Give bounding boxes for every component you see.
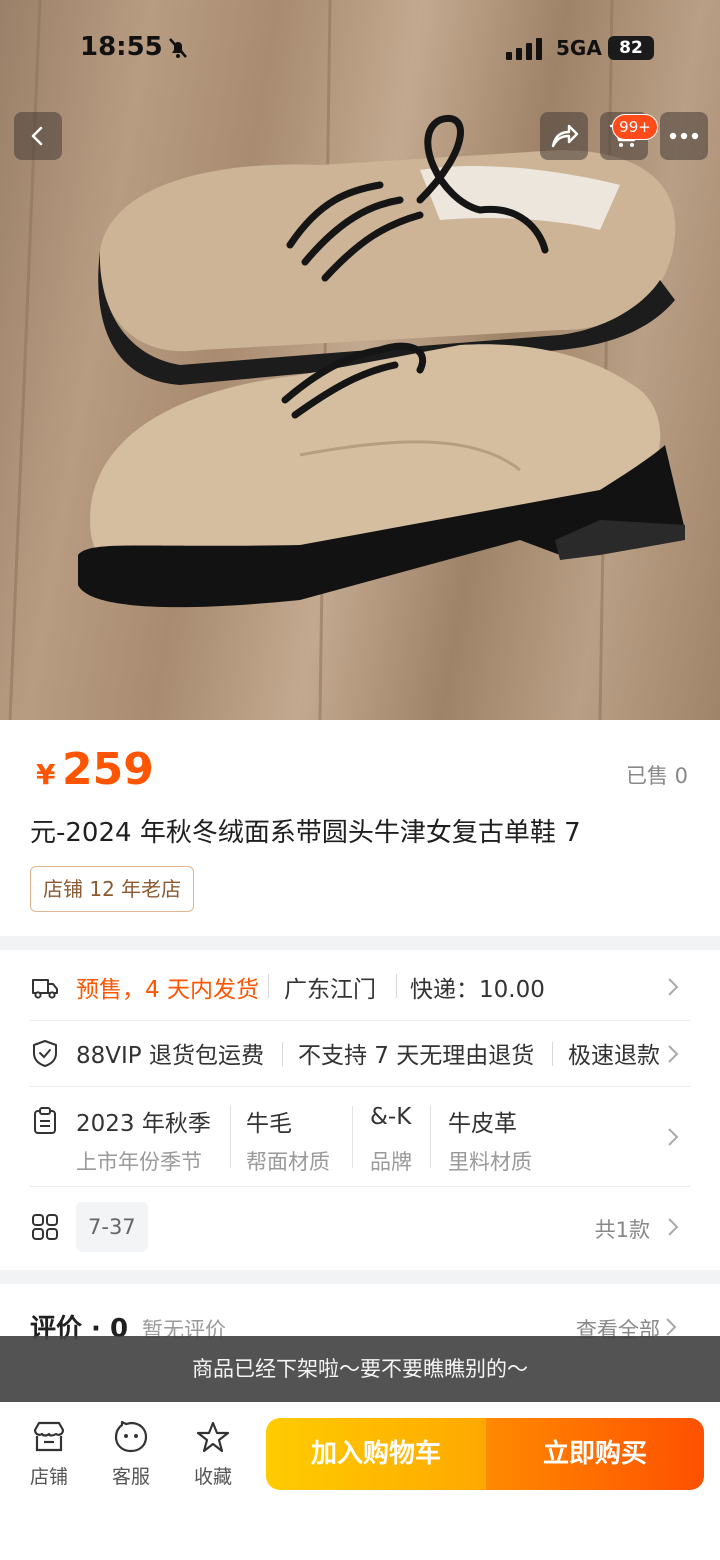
shipping-row[interactable]: 预售，4 天内发货 广东江门 快递：10.00 xyxy=(30,966,690,1010)
row-divider xyxy=(30,1086,690,1087)
spec-chip[interactable]: 7-37 xyxy=(76,1202,148,1252)
presale-text: 预售，4 天内发货 xyxy=(76,977,259,1003)
divider xyxy=(352,1106,353,1168)
divider xyxy=(268,974,269,998)
shop-tab[interactable]: 店铺 xyxy=(14,1420,84,1489)
service-tab[interactable]: 客服 xyxy=(96,1420,166,1489)
spec-row[interactable]: 7-37 共1款 xyxy=(30,1202,690,1252)
price-currency: ¥ xyxy=(36,758,56,791)
services-row[interactable]: 88VIP 退货包运费 不支持 7 天无理由退货 极速退款 xyxy=(30,1034,690,1074)
store-icon xyxy=(33,1421,65,1452)
attr-key: 上市年份季节 xyxy=(76,1150,202,1174)
attr-value: 牛毛 xyxy=(246,1111,292,1137)
favorite-label: 收藏 xyxy=(193,1466,232,1488)
attr-key: 品牌 xyxy=(370,1150,412,1174)
attr-key: 帮面材质 xyxy=(246,1150,330,1174)
delisted-toast: 商品已经下架啦～要不要瞧瞧别的～ xyxy=(0,1336,720,1402)
share-icon xyxy=(551,124,579,148)
divider xyxy=(396,974,397,998)
sold-count: 已售 0 xyxy=(625,764,688,788)
chevron-right-icon xyxy=(666,1318,677,1336)
product-title: 元-2024 年秋冬绒面系带圆头牛津女复古单鞋 7 xyxy=(30,818,581,848)
shoe-photo xyxy=(8,0,685,720)
attr-value: 2023 年秋季 xyxy=(76,1111,211,1137)
chevron-left-icon xyxy=(31,126,43,146)
divider xyxy=(552,1042,553,1066)
bottom-action-bar: 店铺 客服 收藏 加入购物车 立即购买 xyxy=(0,1402,720,1560)
signal-icon xyxy=(506,38,542,60)
grid-icon xyxy=(32,1214,58,1240)
share-button[interactable] xyxy=(540,112,588,160)
section-gap xyxy=(0,1270,720,1284)
chevron-right-icon xyxy=(668,978,679,996)
section-gap xyxy=(0,936,720,950)
shop-age-tag[interactable]: 店铺 12 年老店 xyxy=(30,866,195,912)
shop-label: 店铺 xyxy=(29,1466,68,1488)
service-item: 极速退款 xyxy=(568,1043,660,1069)
shipping-fee: 快递：10.00 xyxy=(410,977,545,1003)
chevron-right-icon xyxy=(668,1045,679,1063)
divider xyxy=(230,1106,231,1168)
divider xyxy=(430,1106,431,1168)
clipboard-icon xyxy=(34,1107,56,1134)
product-image[interactable]: 18:55 5GA 82 99+ xyxy=(0,0,720,720)
more-button[interactable] xyxy=(660,112,708,160)
spec-count: 共1款 xyxy=(594,1218,650,1242)
attr-value: 牛皮革 xyxy=(448,1111,517,1137)
cart-count-badge: 99+ xyxy=(612,114,658,140)
ship-location: 广东江门 xyxy=(284,977,376,1003)
network-type: 5GA xyxy=(556,36,602,60)
service-item: 不支持 7 天无理由退货 xyxy=(298,1043,535,1069)
delivery-truck-icon xyxy=(32,979,58,999)
service-label: 客服 xyxy=(111,1466,150,1488)
status-bar: 18:55 5GA 82 xyxy=(0,28,720,72)
mute-bell-icon xyxy=(169,38,187,58)
more-dots-icon xyxy=(669,132,699,140)
back-button[interactable] xyxy=(14,112,62,160)
customer-service-icon xyxy=(114,1420,148,1453)
attributes-row[interactable]: 2023 年秋季 上市年份季节 牛毛 帮面材质 &-K 品牌 牛皮革 里料材质 xyxy=(30,1100,690,1176)
star-icon xyxy=(196,1421,230,1453)
chevron-right-icon xyxy=(668,1128,679,1146)
row-divider xyxy=(30,1020,690,1021)
service-item: 88VIP 退货包运费 xyxy=(76,1043,264,1069)
attr-value: &-K xyxy=(370,1104,412,1130)
favorite-tab[interactable]: 收藏 xyxy=(178,1420,248,1489)
divider xyxy=(282,1042,283,1066)
add-to-cart-button[interactable]: 加入购物车 xyxy=(266,1418,486,1490)
battery-level: 82 xyxy=(608,36,654,60)
price-value: 259 xyxy=(62,744,154,795)
buy-now-button[interactable]: 立即购买 xyxy=(486,1418,704,1490)
status-time: 18:55 xyxy=(80,32,163,62)
attr-key: 里料材质 xyxy=(448,1150,532,1174)
chevron-right-icon xyxy=(668,1218,679,1236)
shield-check-icon xyxy=(33,1040,57,1067)
row-divider xyxy=(30,1186,690,1187)
